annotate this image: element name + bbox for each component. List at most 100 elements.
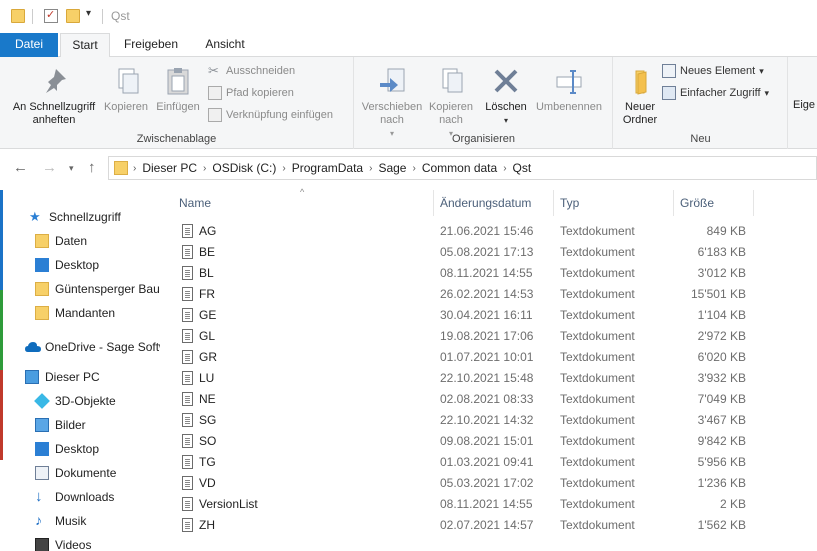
tab-view[interactable]: Ansicht xyxy=(193,33,257,57)
ribbon: An Schnellzugriff anheften Kopieren Einf… xyxy=(0,57,817,149)
file-row[interactable]: TG 01.03.2021 09:41 Textdokument 5'956 KB xyxy=(163,452,817,473)
file-date: 08.11.2021 14:55 xyxy=(440,266,533,280)
paste-button[interactable]: Einfügen xyxy=(152,61,204,114)
file-row[interactable]: SG 22.10.2021 14:32 Textdokument 3'467 KB xyxy=(163,410,817,431)
cut-button[interactable]: ✂ Ausschneiden xyxy=(208,62,295,80)
file-row[interactable]: GE 30.04.2021 16:11 Textdokument 1'104 KB xyxy=(163,305,817,326)
breadcrumb-qst[interactable]: Qst xyxy=(508,161,537,175)
column-header-type[interactable]: Typ xyxy=(560,190,579,216)
file-date: 05.03.2021 17:02 xyxy=(440,476,534,490)
column-divider[interactable] xyxy=(553,190,554,216)
quick-access-toolbar-dropdown-icon[interactable]: ▾ xyxy=(86,8,91,19)
nav-item-downloads[interactable]: ↓ Downloads xyxy=(35,486,114,508)
nav-item-documents[interactable]: Dokumente xyxy=(35,462,116,484)
tab-start[interactable]: Start xyxy=(60,33,110,58)
nav-item-desktop-pc[interactable]: Desktop xyxy=(35,438,99,460)
nav-onedrive[interactable]: OneDrive - Sage Softw xyxy=(25,336,160,358)
column-header-name[interactable]: Name xyxy=(179,190,211,216)
file-name: GR xyxy=(199,350,217,364)
file-date: 01.07.2021 10:01 xyxy=(440,350,534,364)
music-note-icon: ♪ xyxy=(35,512,42,528)
file-size: 1'562 KB xyxy=(697,518,746,532)
nav-item-mandanten[interactable]: Mandanten xyxy=(35,302,115,324)
up-arrow-icon[interactable]: ↑ xyxy=(88,159,96,176)
copy-to-button[interactable]: Kopieren nach ▾ xyxy=(425,61,477,140)
folder-icon xyxy=(35,234,49,248)
file-row[interactable]: GR 01.07.2021 10:01 Textdokument 6'020 KB xyxy=(163,347,817,368)
copy-path-button[interactable]: Pfad kopieren xyxy=(208,84,294,102)
sort-ascending-icon: ^ xyxy=(300,187,305,197)
nav-item-3d-objects[interactable]: 3D-Objekte xyxy=(34,390,116,412)
nav-item-videos[interactable]: Videos xyxy=(35,534,91,551)
file-name: BL xyxy=(199,266,214,280)
file-size: 5'956 KB xyxy=(697,455,746,469)
file-row[interactable]: NE 02.08.2021 08:33 Textdokument 7'049 KB xyxy=(163,389,817,410)
column-divider[interactable] xyxy=(673,190,674,216)
tab-share[interactable]: Freigeben xyxy=(113,33,189,57)
file-size: 2 KB xyxy=(719,497,746,511)
tab-file[interactable]: Datei xyxy=(0,33,58,57)
new-folder-quick-icon[interactable] xyxy=(66,9,80,23)
column-divider[interactable] xyxy=(753,190,754,216)
nav-item-daten[interactable]: Daten xyxy=(35,230,87,252)
file-name: GE xyxy=(199,308,217,322)
copy-button[interactable]: Kopieren xyxy=(102,61,150,114)
column-divider[interactable] xyxy=(433,190,434,216)
separator xyxy=(32,9,33,24)
nav-quick-access[interactable]: ★ Schnellzugriff xyxy=(29,206,121,228)
delete-button[interactable]: Löschen ▾ xyxy=(483,61,529,127)
file-type: Textdokument xyxy=(560,287,635,301)
column-header-size[interactable]: Größe xyxy=(680,190,714,216)
nav-item-desktop[interactable]: Desktop xyxy=(35,254,99,276)
desktop-icon xyxy=(35,258,49,272)
new-item-button[interactable]: Neues Element ▾ xyxy=(662,62,764,80)
paste-icon xyxy=(162,65,194,97)
file-row[interactable]: FR 26.02.2021 14:53 Textdokument 15'501 KB xyxy=(163,284,817,305)
file-name: SG xyxy=(199,413,217,427)
file-name: BE xyxy=(199,245,216,259)
properties-button[interactable]: Eige xyxy=(793,99,817,112)
file-type: Textdokument xyxy=(560,224,635,238)
back-arrow-icon[interactable]: ← xyxy=(13,159,28,176)
file-row[interactable]: BL 08.11.2021 14:55 Textdokument 3'012 KB xyxy=(163,263,817,284)
file-type: Textdokument xyxy=(560,434,635,448)
breadcrumb-common-data[interactable]: Common data xyxy=(417,161,502,175)
new-item-icon xyxy=(662,64,676,78)
properties-icon[interactable] xyxy=(44,8,58,23)
file-row[interactable]: LU 22.10.2021 15:48 Textdokument 3'932 KB xyxy=(163,368,817,389)
column-header-date[interactable]: Änderungsdatum xyxy=(440,190,531,216)
file-row[interactable]: GL 19.08.2021 17:06 Textdokument 2'972 KB xyxy=(163,326,817,347)
nav-item-pictures[interactable]: Bilder xyxy=(35,414,86,436)
address-bar[interactable]: › Dieser PC › OSDisk (C:) › ProgramData … xyxy=(108,156,817,180)
file-date: 22.10.2021 15:48 xyxy=(440,371,534,385)
computer-icon xyxy=(25,370,39,384)
move-to-button[interactable]: Verschieben nach ▾ xyxy=(359,61,425,140)
paste-shortcut-button[interactable]: Verknüpfung einfügen xyxy=(208,106,333,124)
file-row[interactable]: BE 05.08.2021 17:13 Textdokument 6'183 KB xyxy=(163,242,817,263)
file-row[interactable]: SO 09.08.2021 15:01 Textdokument 9'842 KB xyxy=(163,431,817,452)
forward-arrow-icon[interactable]: → xyxy=(42,159,57,176)
file-size: 849 KB xyxy=(706,224,746,238)
cloud-icon xyxy=(25,340,41,354)
nav-item-guentensperger[interactable]: Güntensperger Bau xyxy=(35,278,160,300)
file-row[interactable]: VersionList 08.11.2021 14:55 Textdokument 2… xyxy=(163,494,817,515)
nav-item-music[interactable]: ♪ Musik xyxy=(35,510,86,532)
easy-access-button[interactable]: Einfacher Zugriff ▾ xyxy=(662,84,769,102)
nav-this-pc[interactable]: Dieser PC xyxy=(25,366,100,388)
file-row[interactable]: AG 21.06.2021 15:46 Textdokument 849 KB xyxy=(163,221,817,242)
breadcrumb-osdisk[interactable]: OSDisk (C:) xyxy=(207,161,281,175)
pictures-icon xyxy=(35,418,49,432)
separator xyxy=(102,9,103,24)
text-document-icon xyxy=(182,476,193,490)
recent-locations-chevron-icon[interactable]: ▾ xyxy=(69,163,74,174)
breadcrumb-programdata[interactable]: ProgramData xyxy=(287,161,368,175)
file-row[interactable]: VD 05.03.2021 17:02 Textdokument 1'236 KB xyxy=(163,473,817,494)
breadcrumb-sage[interactable]: Sage xyxy=(373,161,411,175)
pin-quick-access-button[interactable]: An Schnellzugriff anheften xyxy=(6,61,102,127)
file-row[interactable]: ZH 02.07.2021 14:57 Textdokument 1'562 KB xyxy=(163,515,817,536)
breadcrumb-this-pc[interactable]: Dieser PC xyxy=(137,161,202,175)
new-folder-button[interactable]: Neuer Ordner xyxy=(618,61,662,127)
delete-x-icon xyxy=(490,65,522,97)
file-name: AG xyxy=(199,224,217,238)
rename-button[interactable]: Umbenennen xyxy=(533,61,605,114)
